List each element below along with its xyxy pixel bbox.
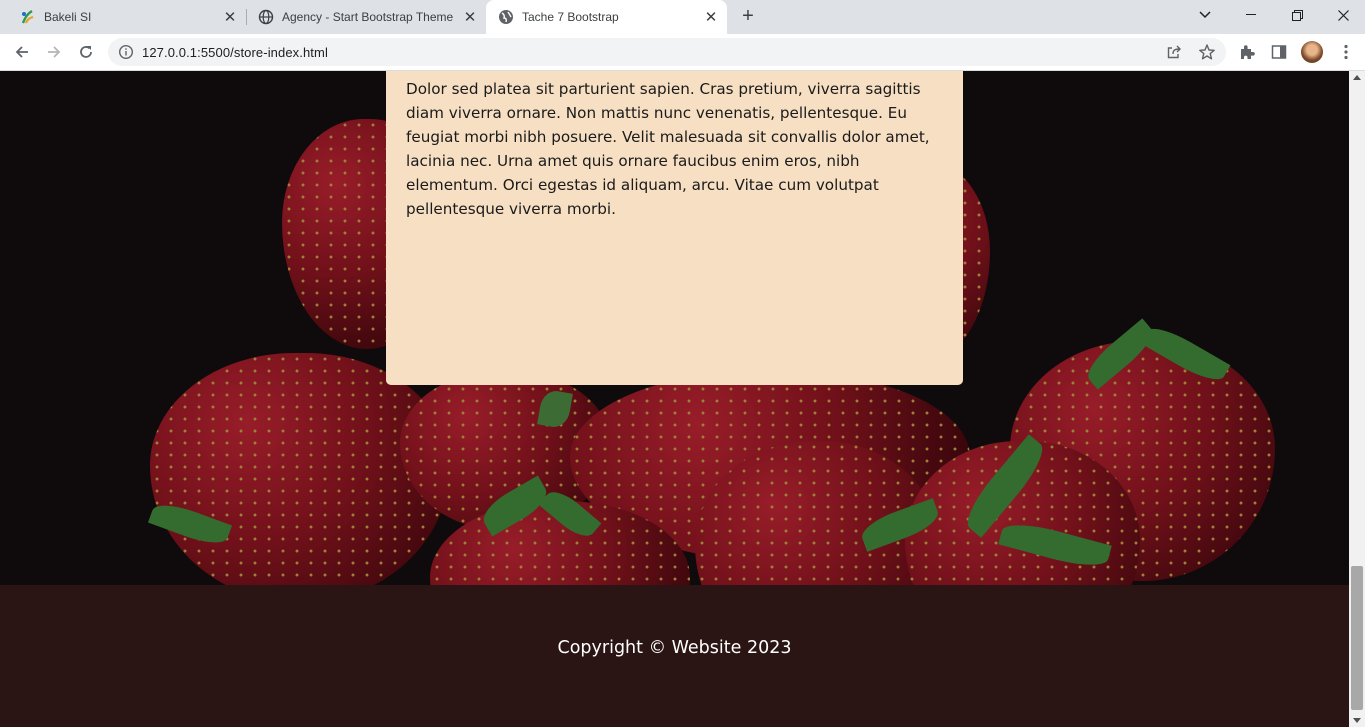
extensions-puzzle-icon[interactable] (1237, 42, 1257, 62)
url-text: 127.0.0.1:5500/store-index.html (142, 45, 328, 60)
globe-icon (258, 9, 274, 25)
restore-button[interactable] (1274, 0, 1320, 30)
browser-toolbar: 127.0.0.1:5500/store-index.html (0, 34, 1365, 71)
tab-strip: Bakeli SI ✕ Agency - Start Bootstrap The… (0, 0, 1365, 34)
forward-button[interactable] (40, 38, 68, 66)
side-panel-icon[interactable] (1269, 42, 1289, 62)
profile-avatar[interactable] (1301, 41, 1323, 63)
info-icon[interactable] (118, 44, 134, 60)
tab-bakeli[interactable]: Bakeli SI ✕ (0, 0, 246, 34)
tab-tache7[interactable]: Tache 7 Bootstrap ✕ (486, 0, 727, 34)
content-card: Dolor sed platea sit parturient sapien. … (386, 71, 963, 385)
address-bar[interactable]: 127.0.0.1:5500/store-index.html (108, 38, 1226, 66)
page-footer: Copyright © Website 2023 (0, 585, 1349, 727)
page-viewport: Dolor sed platea sit parturient sapien. … (0, 71, 1349, 727)
tab-agency[interactable]: Agency - Start Bootstrap Theme ✕ (238, 0, 486, 34)
card-paragraph: Dolor sed platea sit parturient sapien. … (406, 80, 930, 218)
scrollbar-thumb[interactable] (1351, 566, 1363, 710)
minimize-button[interactable] (1228, 0, 1274, 30)
globe-icon (498, 9, 514, 25)
tab-search-icon[interactable] (1182, 0, 1228, 30)
back-button[interactable] (8, 38, 36, 66)
tab-title: Bakeli SI (44, 10, 92, 24)
scroll-up-arrow-icon[interactable] (1353, 75, 1361, 80)
close-icon[interactable]: ✕ (703, 9, 719, 26)
scroll-down-arrow-icon[interactable] (1353, 718, 1361, 723)
menu-kebab-icon[interactable] (1336, 42, 1356, 62)
close-icon[interactable]: ✕ (222, 9, 238, 26)
bookmark-star-icon[interactable] (1198, 43, 1216, 66)
close-icon[interactable]: ✕ (462, 9, 478, 26)
reload-button[interactable] (72, 38, 100, 66)
share-icon[interactable] (1166, 44, 1182, 65)
new-tab-button[interactable]: + (737, 5, 759, 27)
bakeli-logo-icon (20, 9, 36, 25)
copyright-text: Copyright © Website 2023 (557, 638, 792, 658)
close-window-button[interactable] (1320, 0, 1365, 30)
tab-title: Agency - Start Bootstrap Theme (282, 10, 454, 24)
tab-title: Tache 7 Bootstrap (522, 10, 619, 24)
page-scrollbar[interactable] (1349, 71, 1365, 727)
